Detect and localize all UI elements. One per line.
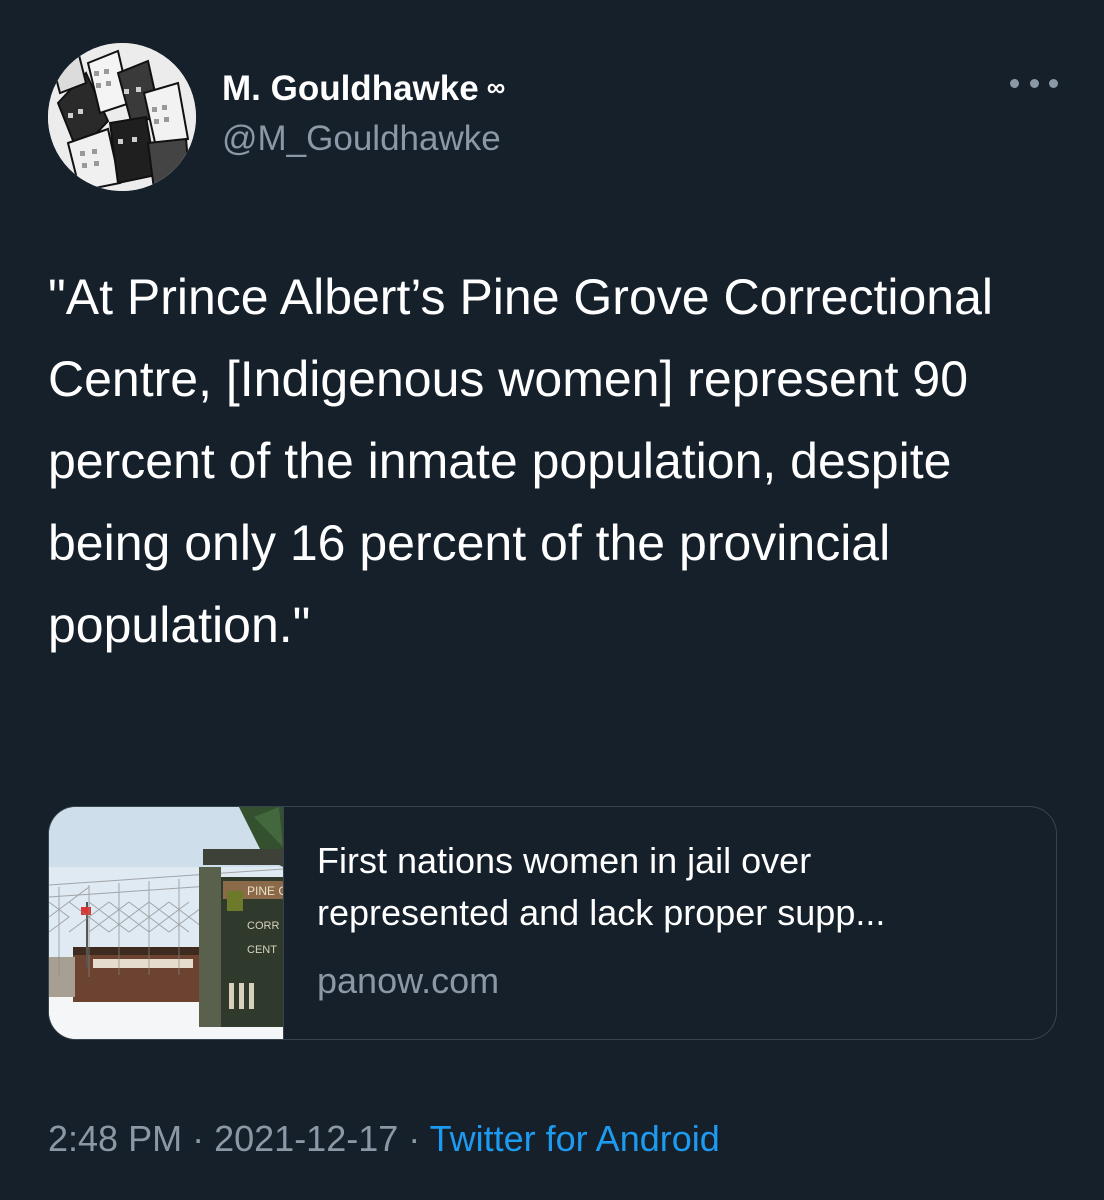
infinity-badge-icon: ∞ xyxy=(486,72,506,102)
display-name[interactable]: M. Gouldhawke ∞ xyxy=(222,65,505,111)
sign-text-2: CORR xyxy=(247,920,279,932)
link-preview-title[interactable]: First nations women in jail over represe… xyxy=(317,835,1027,939)
sign-text-1: PINE G xyxy=(247,884,283,898)
meta-separator: · xyxy=(192,1118,205,1159)
tweet-header: M. Gouldhawke ∞ @M_Gouldhawke xyxy=(48,43,1058,193)
avatar[interactable] xyxy=(48,43,196,191)
more-dot xyxy=(1049,78,1058,88)
tweet-text: "At Prince Albert’s Pine Grove Correctio… xyxy=(48,269,994,653)
author-names: M. Gouldhawke ∞ @M_Gouldhawke xyxy=(222,65,505,161)
link-preview-domain: panow.com xyxy=(317,960,500,1001)
tweet-time[interactable]: 2:48 PM xyxy=(48,1118,182,1159)
more-horizontal-icon[interactable] xyxy=(1010,73,1058,93)
avatar-image xyxy=(48,43,196,191)
user-handle[interactable]: @M_Gouldhawke xyxy=(222,117,505,161)
link-preview-image: PINE G CORR CENT xyxy=(49,807,284,1039)
more-dot xyxy=(1010,78,1019,88)
link-preview-title-line: First nations women in jail over xyxy=(317,840,812,881)
link-preview-title-line: represented and lack proper supp... xyxy=(317,892,886,933)
meta-separator: · xyxy=(408,1118,421,1159)
tweet-source-link[interactable]: Twitter for Android xyxy=(430,1118,720,1159)
sign-text-3: CENT xyxy=(247,944,277,956)
link-preview-card[interactable]: PINE G CORR CENT First nations women in … xyxy=(48,806,1057,1040)
display-name-text[interactable]: M. Gouldhawke xyxy=(222,69,479,108)
tweet-date[interactable]: 2021-12-17 xyxy=(214,1118,398,1159)
tweet-metadata: 2:48 PM · 2021-12-17 · Twitter for Andro… xyxy=(48,1114,720,1164)
more-dot xyxy=(1029,78,1039,88)
